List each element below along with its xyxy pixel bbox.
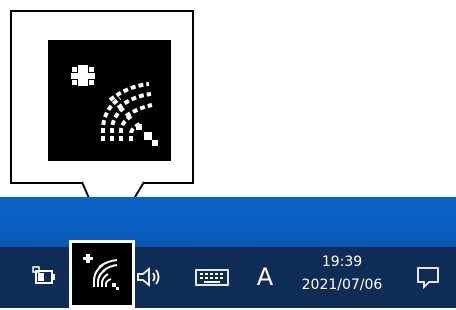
- clock-date: 2021/07/06: [301, 276, 383, 293]
- clock[interactable]: 19:39 2021/07/06: [288, 253, 396, 303]
- volume-icon[interactable]: [132, 263, 166, 291]
- zoom-callout: [10, 10, 194, 184]
- ime-mode-indicator[interactable]: A: [250, 253, 280, 301]
- ime-mode-label: A: [256, 263, 274, 291]
- wifi-tray-button[interactable]: [69, 240, 135, 308]
- clock-time: 19:39: [321, 254, 363, 270]
- notification-icon[interactable]: [412, 263, 444, 291]
- wifi-airplane-icon: [72, 243, 132, 305]
- wifi-airplane-icon: [48, 40, 171, 161]
- battery-icon[interactable]: [30, 263, 58, 291]
- keyboard-icon[interactable]: [192, 263, 232, 291]
